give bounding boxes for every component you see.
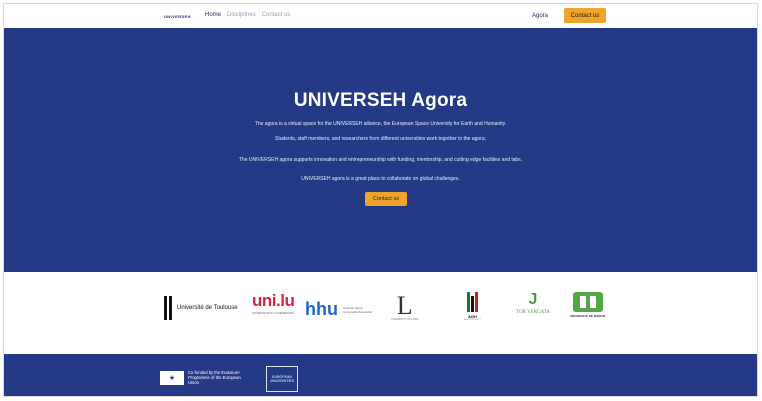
site-footer: ★ Co-funded by the Erasmus+ Programme of… — [4, 354, 757, 396]
nav-contact-link[interactable]: Contact us — [262, 12, 291, 18]
hhu-logo[interactable]: hhu Heinrich Heine Universität Düsseldor… — [305, 299, 373, 320]
agora-link[interactable]: Agora — [532, 13, 548, 19]
agh-bars-icon — [466, 292, 478, 312]
partner-logos: Université de Toulouse uni.lu UNIVERSITÉ… — [4, 272, 757, 354]
european-universities-logo[interactable]: EUROPEAN UNIVERSITIES — [266, 366, 298, 392]
hero-contact-button[interactable]: Contact us — [365, 192, 407, 206]
lodz-subtitle: UNIVERSITY OF ŁÓDŹ — [391, 318, 419, 321]
luxembourg-subtitle: UNIVERSITÉ DU LUXEMBOURG — [252, 311, 295, 315]
hero-paragraph-4: UNIVERSEH agora is a great place to coll… — [301, 176, 460, 182]
page-frame: UNIVERSEH Home Disciplines Contact us Ag… — [3, 3, 758, 397]
eu-funding-text: Co-funded by the Erasmus+ Programme of t… — [188, 370, 241, 385]
agh-subtitle: AGH UNIVERSITY — [464, 319, 481, 321]
eu-funding-badge: ★ Co-funded by the Erasmus+ Programme of… — [160, 370, 248, 385]
tor-vergata-mark-icon: J — [528, 291, 538, 308]
nav-disciplines-link[interactable]: Disciplines — [227, 12, 256, 18]
namur-mark-icon — [572, 292, 603, 312]
header-contact-button[interactable]: Contact us — [564, 8, 606, 23]
toulouse-logo[interactable]: Université de Toulouse — [164, 296, 238, 320]
toulouse-mark-icon — [164, 296, 172, 320]
hero-paragraph-3: The UNIVERSEH agora supports innovation … — [238, 157, 523, 163]
nav-home-link[interactable]: Home — [205, 12, 221, 18]
main-nav: Home Disciplines Contact us — [205, 12, 290, 18]
namur-name: UNIVERSITÉ DE NAMUR — [570, 314, 606, 318]
agh-logo[interactable]: AGH AGH UNIVERSITY — [464, 292, 481, 321]
tor-vergata-logo[interactable]: J TOR VERGATA — [516, 291, 551, 316]
hero-paragraph-2: Students, staff members, and researchers… — [274, 136, 487, 142]
lodz-logo[interactable]: L UNIVERSITY OF ŁÓDŹ — [391, 291, 419, 322]
eu-flag-icon: ★ — [160, 370, 184, 385]
luxembourg-name: uni.lu — [252, 291, 295, 310]
lodz-mark: L — [396, 291, 413, 320]
hhu-name: hhu — [305, 299, 338, 319]
toulouse-name: Université de Toulouse — [177, 305, 238, 311]
hero-title: UNIVERSEH Agora — [293, 90, 468, 111]
universeh-logo[interactable]: UNIVERSEH — [164, 14, 191, 19]
namur-logo[interactable]: UNIVERSITÉ DE NAMUR — [570, 292, 605, 318]
hhu-subtitle: Heinrich Heine Universität Düsseldorf — [343, 305, 373, 314]
luxembourg-logo[interactable]: uni.lu UNIVERSITÉ DU LUXEMBOURG — [252, 291, 295, 315]
tor-vergata-name: TOR VERGATA — [516, 310, 551, 315]
hero-section: UNIVERSEH Agora The agora is a virtual s… — [4, 28, 757, 272]
top-header: UNIVERSEH Home Disciplines Contact us Ag… — [4, 4, 757, 28]
hero-paragraph-1: The agora is a virtual space for the UNI… — [254, 121, 507, 127]
